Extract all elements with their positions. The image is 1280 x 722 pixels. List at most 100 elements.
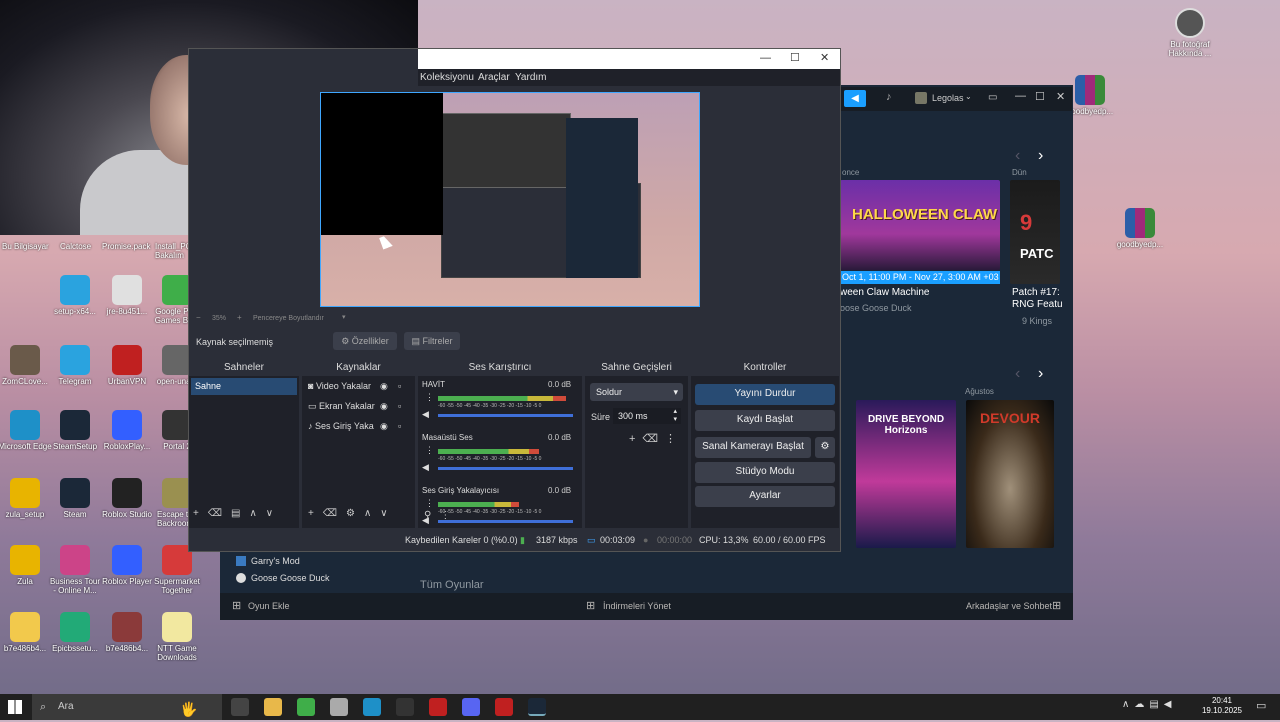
user-name[interactable]: Legolas [932, 93, 964, 103]
notification-icon[interactable]: ▭ [1256, 699, 1266, 712]
studio-mode-button[interactable]: Stüdyo Modu [695, 462, 835, 483]
obs-icon[interactable] [396, 698, 414, 716]
steam-icon[interactable] [528, 698, 546, 716]
patch-title[interactable]: Patch #17: [1012, 287, 1060, 298]
desktop-icon[interactable]: RobloxPlay... [100, 410, 154, 451]
move-up-icon[interactable]: ∧ [364, 508, 380, 519]
trash-icon[interactable]: ⌫ [642, 433, 665, 445]
desktop-icon[interactable]: Telegram [48, 345, 102, 386]
move-down-icon[interactable]: ∨ [380, 508, 396, 519]
zoom-out-icon[interactable]: − [196, 313, 201, 322]
desktop-icon[interactable]: SteamSetup [48, 410, 102, 451]
broadcast-icon[interactable]: ◀ [844, 90, 866, 107]
desktop-icon[interactable]: NTT Game Downloads [150, 612, 204, 662]
file-explorer-icon[interactable] [264, 698, 282, 716]
desktop-icon[interactable]: ZomCLove... [0, 345, 52, 386]
game-card-devour[interactable]: DEVOUR [966, 400, 1054, 548]
desktop-icon[interactable]: Business Tour - Online M... [48, 545, 102, 595]
chevron-up-icon[interactable]: ∧ [1122, 699, 1134, 710]
minimize-icon[interactable]: — [1015, 90, 1026, 102]
chevron-left-icon[interactable]: ‹ [1015, 147, 1020, 165]
desktop-icon[interactable]: zula_setup [0, 478, 52, 519]
taskbar-search[interactable]: ⌕ Ara 🖐 [32, 694, 222, 720]
desktop-icon[interactable]: Roblox Studio [100, 478, 154, 519]
speaker-icon[interactable]: ◀ [422, 409, 429, 420]
trash-icon[interactable]: ⌫ [323, 508, 346, 519]
clock[interactable]: 20:41 19.10.2025 [1200, 696, 1244, 716]
monitor-icon[interactable]: ▭ [988, 92, 997, 103]
desktop-icon[interactable]: Microsoft Edge [0, 410, 52, 451]
more-icon[interactable]: ⋮ [440, 510, 459, 521]
more-icon[interactable]: ⋮ [425, 392, 434, 403]
more-icon[interactable]: ⋮ [425, 498, 434, 509]
start-recording-button[interactable]: Kaydı Başlat [695, 410, 835, 431]
downloads-button[interactable]: İndirmeleri Yönet [603, 601, 671, 611]
move-up-icon[interactable]: ∧ [249, 508, 265, 519]
edge-icon[interactable] [363, 698, 381, 716]
virtual-camera-settings-button[interactable]: ⚙ [815, 437, 835, 458]
all-games-label[interactable]: Tüm Oyunlar [420, 579, 484, 591]
opera-gx-icon[interactable] [495, 698, 513, 716]
more-icon[interactable]: ⋮ [425, 445, 434, 456]
task-view-icon[interactable] [231, 698, 249, 716]
speaker-icon[interactable]: ◀ [422, 462, 429, 473]
source-item[interactable]: ◙ Video Yakalar ◉ ▫ [308, 381, 412, 391]
desktop-icon[interactable]: Supermarket Together [150, 545, 204, 595]
more-icon[interactable]: ⋮ [665, 433, 683, 445]
maximize-icon[interactable]: ☐ [1035, 90, 1045, 103]
eye-icon[interactable]: ◉ [380, 421, 388, 432]
friends-chat-button[interactable]: Arkadaşlar ve Sohbet [966, 601, 1052, 611]
app-icon[interactable] [330, 698, 348, 716]
desktop-icon[interactable]: UrbanVPN [100, 345, 154, 386]
desktop-icon[interactable]: Roblox Player [100, 545, 154, 586]
desktop-icon[interactable]: Epicbssetu... [48, 612, 102, 653]
add-icon[interactable]: + [629, 433, 642, 445]
volume-slider[interactable] [438, 467, 573, 470]
chevron-left-icon[interactable]: ‹ [1015, 365, 1020, 383]
move-down-icon[interactable]: ∨ [266, 508, 282, 519]
desktop-icon[interactable]: Zula [0, 545, 52, 586]
desktop-icon-rar-2[interactable]: goodbyedp... [1113, 208, 1167, 249]
menu-collection[interactable]: Koleksiyonu [420, 72, 474, 83]
library-item[interactable]: Goose Goose Duck [236, 572, 330, 586]
desktop-icon-photo-info[interactable]: Bu fotoğraf Hakkında ... [1163, 8, 1217, 58]
settings-button[interactable]: Ayarlar [695, 486, 835, 507]
transition-select[interactable]: Soldur ▾ [590, 383, 683, 401]
add-game-button[interactable]: Oyun Ekle [248, 601, 290, 611]
eye-icon[interactable]: ◉ [380, 381, 388, 392]
gear-icon[interactable]: ⚙ [346, 508, 364, 519]
scene-item-selected[interactable]: Sahne [191, 378, 297, 395]
desktop-icon[interactable]: b7e486b4... [0, 612, 52, 653]
filters-button[interactable]: ▤ Filtreler [404, 332, 460, 350]
menu-help[interactable]: Yardım [515, 72, 547, 83]
lock-icon[interactable]: ▫ [398, 421, 401, 431]
close-icon[interactable]: ✕ [820, 51, 829, 64]
menu-tools[interactable]: Araçlar [478, 72, 510, 83]
minimize-icon[interactable]: — [760, 52, 771, 64]
lock-icon[interactable]: ▫ [398, 401, 401, 411]
properties-button[interactable]: ⚙ Özellikler [333, 332, 397, 350]
volume-icon[interactable]: ◀ [1164, 699, 1177, 710]
chevron-right-icon[interactable]: › [1038, 365, 1043, 383]
featured-event-image[interactable]: HALLOWEEN CLAW [840, 180, 1000, 270]
spinner-icon[interactable]: ▴ ▾ [673, 408, 677, 424]
app-icon[interactable] [297, 698, 315, 716]
eye-icon[interactable]: ◉ [380, 401, 388, 412]
desktop-icon[interactable]: b7e486b4... [100, 612, 154, 653]
close-icon[interactable]: ✕ [1056, 90, 1065, 103]
add-icon[interactable]: + [308, 508, 323, 519]
stop-stream-button[interactable]: Yayını Durdur [695, 384, 835, 405]
add-icon[interactable]: + [193, 508, 208, 519]
desktop-icon[interactable]: Steam [48, 478, 102, 519]
featured-event-title[interactable]: ween Claw Machine [840, 287, 930, 298]
bell-icon[interactable]: ♪ [886, 91, 892, 103]
network-icon[interactable]: ▤ [1149, 699, 1163, 710]
filter-icon[interactable]: ▤ [231, 508, 249, 519]
cloud-icon[interactable]: ☁ [1134, 699, 1149, 710]
opera-icon[interactable] [429, 698, 447, 716]
lock-icon[interactable]: ▫ [398, 381, 401, 391]
start-virtual-camera-button[interactable]: Sanal Kamerayı Başlat [695, 437, 811, 458]
maximize-icon[interactable]: ☐ [790, 51, 800, 64]
game-card-drive-beyond[interactable]: DRIVE BEYOND Horizons [856, 400, 956, 548]
link-icon[interactable]: ⚲ [424, 510, 440, 521]
